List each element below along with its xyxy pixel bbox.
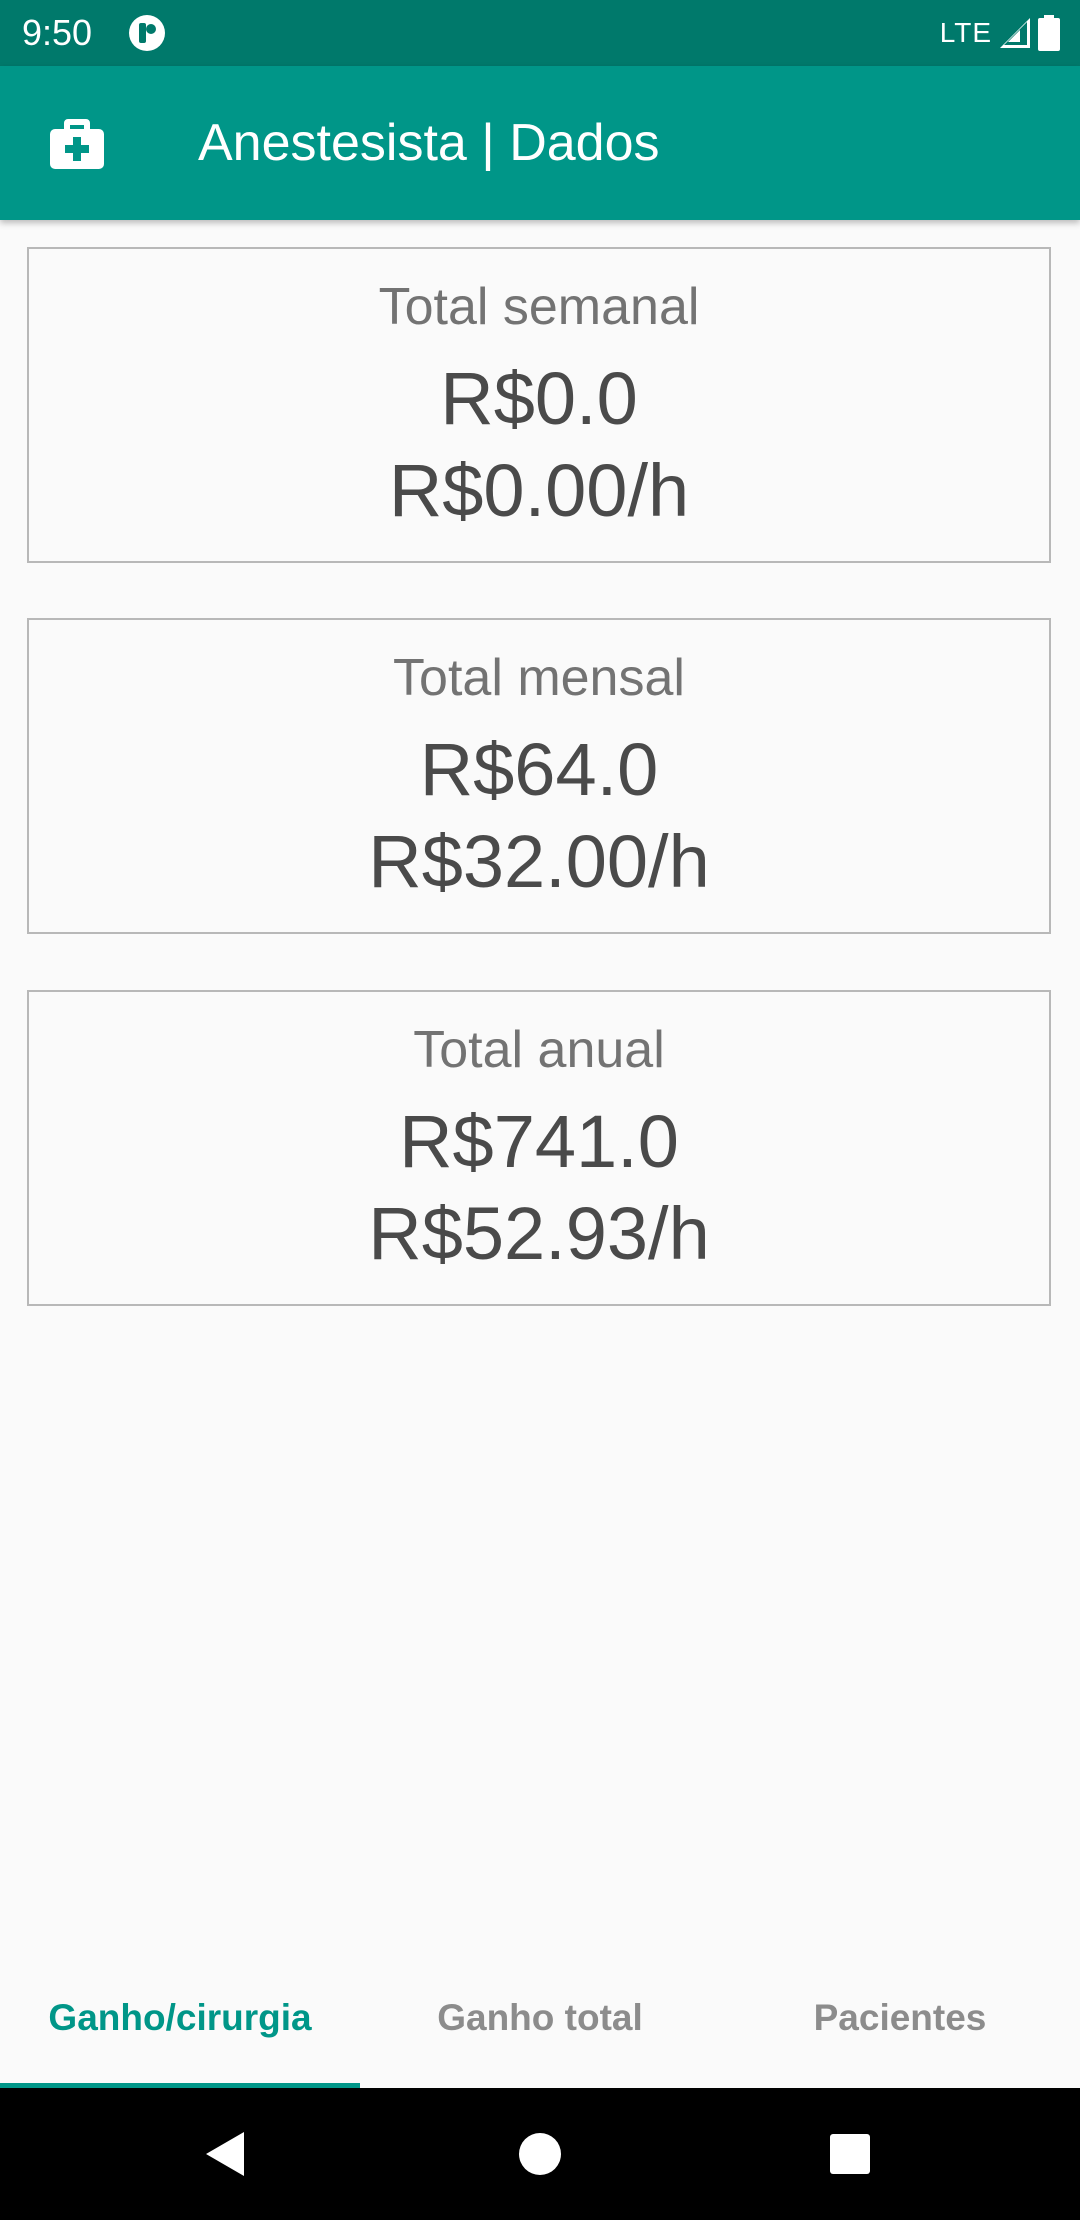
status-indicators: LTE (940, 10, 1060, 56)
weekly-total-label: Total semanal (378, 278, 700, 336)
back-icon[interactable] (188, 2114, 268, 2194)
app-bar: Anestesista | Dados (0, 66, 1080, 220)
status-bar: 9:50 LTE (0, 0, 1080, 66)
signal-icon (1000, 18, 1030, 48)
system-nav-bar (0, 2088, 1080, 2220)
tab-pacientes[interactable]: Pacientes (720, 1968, 1080, 2088)
app-notification-icon (129, 15, 165, 51)
page-title: Anestesista | Dados (198, 114, 660, 172)
monthly-total-card: Total mensal R$64.0 R$32.00/h (27, 618, 1051, 934)
home-icon[interactable] (500, 2114, 580, 2194)
annual-hourly-rate: R$52.93/h (368, 1192, 710, 1275)
monthly-hourly-rate: R$32.00/h (368, 820, 710, 903)
annual-total-card: Total anual R$741.0 R$52.93/h (27, 990, 1051, 1306)
tab-ganho-cirurgia[interactable]: Ganho/cirurgia (0, 1968, 360, 2088)
annual-total-label: Total anual (413, 1021, 665, 1079)
medical-kit-icon (50, 119, 104, 169)
weekly-total-value: R$0.0 (440, 357, 638, 440)
monthly-total-label: Total mensal (393, 649, 685, 707)
battery-icon (1038, 15, 1060, 51)
weekly-total-card: Total semanal R$0.0 R$0.00/h (27, 247, 1051, 563)
monthly-total-value: R$64.0 (419, 728, 659, 811)
network-type: LTE (939, 17, 992, 48)
tab-ganho-total[interactable]: Ganho total (360, 1968, 720, 2088)
annual-total-value: R$741.0 (399, 1100, 679, 1183)
bottom-tab-bar: Ganho/cirurgia Ganho total Pacientes (0, 1968, 1080, 2088)
weekly-hourly-rate: R$0.00/h (388, 449, 690, 532)
status-time: 9:50 (22, 12, 93, 53)
recents-icon[interactable] (810, 2114, 890, 2194)
